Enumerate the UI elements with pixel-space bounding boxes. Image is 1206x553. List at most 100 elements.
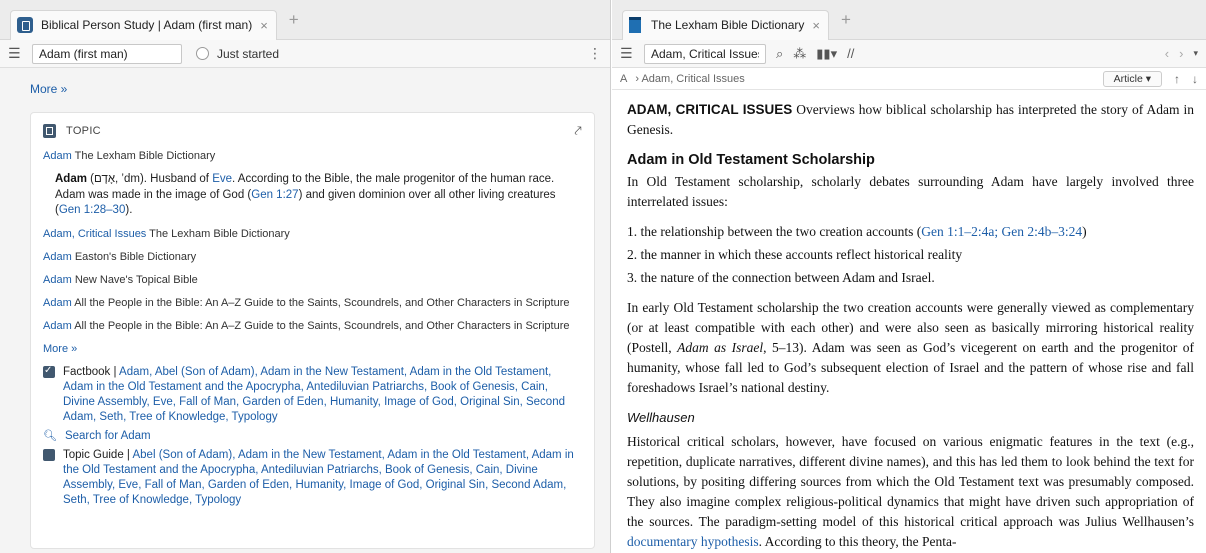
more-link-top[interactable]: More » — [30, 82, 67, 96]
more-link-bottom-row: More » — [43, 342, 582, 357]
result-row[interactable]: Adam The Lexham Bible Dictionary — [43, 149, 582, 164]
paragraph: In Old Testament scholarship, scholarly … — [627, 174, 1194, 209]
documentary-hypothesis-link[interactable]: documentary hypothesis — [627, 534, 759, 549]
scripture-ref-link[interactable]: Gen 1:27 — [251, 189, 298, 201]
breadcrumb-path[interactable]: › Adam, Critical Issues — [635, 73, 744, 85]
result-row[interactable]: Adam, Critical Issues The Lexham Bible D… — [43, 227, 582, 242]
parallel-icon[interactable]: // — [847, 46, 854, 61]
progress-label: Just started — [217, 46, 280, 61]
close-icon[interactable]: × — [260, 18, 268, 33]
down-arrow-icon[interactable]: ↓ — [1192, 72, 1198, 86]
article-dropdown-button[interactable]: Article ▾ — [1102, 70, 1162, 87]
forward-icon[interactable]: › — [1179, 46, 1183, 61]
entry-text: (אָדָם, ’dm). Husband of — [86, 173, 213, 185]
left-pane: Biblical Person Study | Adam (first man)… — [0, 0, 611, 553]
kebab-menu-icon[interactable]: ⋮ — [588, 45, 602, 62]
factbook-links[interactable]: Adam, Abel (Son of Adam), Adam in the Ne… — [63, 366, 565, 423]
list-text: ) — [1082, 224, 1087, 239]
list-item: 1. the relationship between the two crea… — [627, 222, 1194, 242]
result-row[interactable]: Adam All the People in the Bible: An A–Z… — [43, 319, 582, 334]
result-row[interactable]: Adam Easton's Bible Dictionary — [43, 250, 582, 265]
factbook-prefix: Factbook | — [63, 365, 120, 378]
add-tab-icon[interactable]: + — [841, 10, 851, 30]
citation-title: Adam as Israel — [677, 340, 764, 355]
paragraph-text: Historical critical scholars, however, h… — [627, 434, 1194, 529]
guide-icon — [17, 17, 33, 33]
result-row[interactable]: Adam All the People in the Bible: An A–Z… — [43, 296, 582, 311]
result-source: The Lexham Bible Dictionary — [74, 150, 216, 162]
topic-card: TOPIC ⤤ Adam The Lexham Bible Dictionary… — [30, 112, 595, 549]
scripture-ref-link[interactable]: Gen 1:1–2:4a; Gen 2:4b–3:24 — [921, 224, 1082, 239]
up-arrow-icon[interactable]: ↑ — [1174, 72, 1180, 86]
history-dropdown-icon[interactable]: ▾ — [1193, 48, 1198, 59]
topic-guide-links[interactable]: Abel (Son of Adam), Adam in the New Test… — [63, 449, 574, 506]
scripture-ref-link[interactable]: Gen 1:28–30 — [59, 204, 126, 216]
book-icon — [629, 17, 641, 33]
result-source: New Nave's Topical Bible — [74, 273, 198, 286]
reference-input[interactable] — [644, 43, 766, 64]
entry-headword: Adam — [55, 173, 87, 185]
search-icon: 🔍︎ — [43, 429, 57, 442]
result-source: All the People in the Bible: An A–Z Guid… — [74, 296, 570, 309]
visual-filter-icon[interactable]: ⁂ — [793, 46, 806, 62]
factbook-row: Factbook | Adam, Abel (Son of Adam), Ada… — [43, 363, 582, 425]
menu-icon[interactable]: ☰ — [620, 45, 634, 62]
right-tabbar: The Lexham Bible Dictionary × + — [612, 0, 1206, 40]
eve-link[interactable]: Eve — [212, 173, 232, 185]
article-body: ADAM, CRITICAL ISSUES Overviews how bibl… — [612, 90, 1206, 552]
result-row[interactable]: Adam New Nave's Topical Bible — [43, 273, 582, 288]
section-heading: Adam in Old Testament Scholarship — [627, 152, 875, 168]
topic-guide-icon — [43, 448, 55, 461]
issue-list: 1. the relationship between the two crea… — [627, 222, 1194, 288]
search-for-row[interactable]: 🔍︎ Search for Adam — [43, 429, 582, 444]
search-for-link[interactable]: Search for Adam — [65, 429, 151, 444]
tab-title: Biblical Person Study | Adam (first man) — [41, 18, 253, 32]
paragraph: Historical critical scholars, however, h… — [627, 432, 1194, 552]
result-title[interactable]: Adam — [43, 150, 72, 162]
entry-summary: Adam (אָדָם, ’dm). Husband of Eve. Accor… — [55, 172, 582, 219]
tab-lexham-bible-dictionary[interactable]: The Lexham Bible Dictionary × — [622, 9, 829, 40]
topic-guide-row: Topic Guide | Abel (Son of Adam), Adam i… — [43, 448, 582, 508]
result-title[interactable]: Adam, Critical Issues — [43, 228, 146, 240]
topic-guide-text: Topic Guide | Abel (Son of Adam), Adam i… — [63, 448, 582, 508]
topic-guide-prefix: Topic Guide | — [63, 448, 133, 461]
article-lead: ADAM, CRITICAL ISSUES Overviews how bibl… — [627, 100, 1194, 140]
guide-search-input[interactable] — [32, 43, 182, 64]
article-title: ADAM, CRITICAL ISSUES — [627, 102, 793, 117]
topic-header: TOPIC ⤤ — [43, 113, 582, 149]
result-title[interactable]: Adam — [43, 274, 72, 286]
result-source: All the People in the Bible: An A–Z Guid… — [74, 319, 570, 332]
factbook-text: Factbook | Adam, Abel (Son of Adam), Ada… — [63, 365, 582, 425]
add-tab-icon[interactable]: + — [289, 10, 299, 30]
breadcrumb: A › Adam, Critical Issues Article ▾ ↑ ↓ — [612, 68, 1206, 90]
result-title[interactable]: Adam — [43, 297, 72, 309]
entry-text: ). — [125, 204, 133, 216]
progress-radio[interactable] — [196, 47, 209, 60]
paragraph: In early Old Testament scholarship the t… — [627, 298, 1194, 398]
more-link-bottom[interactable]: More » — [43, 343, 77, 355]
popout-icon[interactable]: ⤤ — [574, 123, 582, 139]
paragraph-text: . According to this theory, the Penta- — [758, 534, 957, 549]
factbook-icon — [43, 363, 55, 378]
breadcrumb-root[interactable]: A — [620, 73, 627, 85]
result-title[interactable]: Adam — [43, 320, 72, 332]
list-item: 3. the nature of the connection between … — [627, 270, 935, 285]
menu-icon[interactable]: ☰ — [8, 45, 22, 62]
close-icon[interactable]: × — [812, 18, 820, 33]
left-tabbar: Biblical Person Study | Adam (first man)… — [0, 0, 610, 40]
topic-label: TOPIC — [66, 125, 101, 137]
tab-title: The Lexham Bible Dictionary — [651, 18, 805, 32]
result-title[interactable]: Adam — [43, 251, 72, 263]
topic-icon — [43, 124, 56, 138]
tab-biblical-person-study[interactable]: Biblical Person Study | Adam (first man)… — [10, 9, 277, 40]
panel-layout-icon[interactable]: ▮▮▾ — [816, 46, 837, 62]
back-icon[interactable]: ‹ — [1165, 46, 1169, 61]
right-toolbar: ☰ ⌕ ⁂ ▮▮▾ // ‹ › ▾ — [612, 40, 1206, 68]
result-source: Easton's Bible Dictionary — [74, 250, 197, 263]
search-icon[interactable]: ⌕ — [776, 46, 783, 62]
list-item: 2. the manner in which these accounts re… — [627, 247, 963, 262]
left-toolbar: ☰ Just started ⋮ — [0, 40, 610, 68]
list-text: 1. the relationship between the two crea… — [627, 224, 922, 239]
subsection-heading: Wellhausen — [627, 410, 695, 425]
right-pane: The Lexham Bible Dictionary × + ☰ ⌕ ⁂ ▮▮… — [612, 0, 1206, 553]
